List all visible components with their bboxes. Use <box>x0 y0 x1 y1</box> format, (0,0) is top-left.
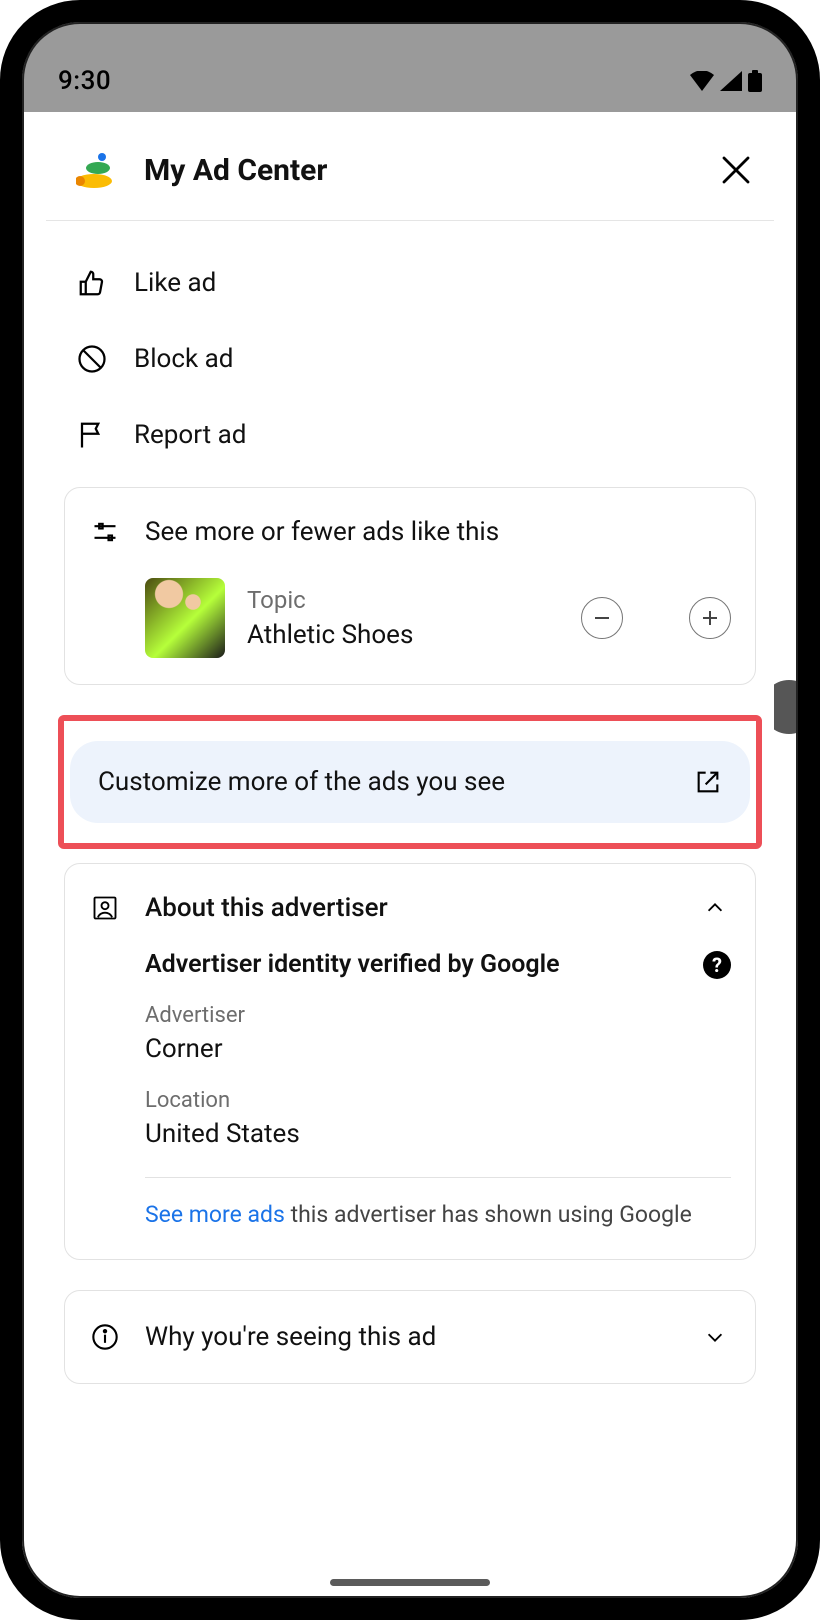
advertiser-value: Corner <box>145 1034 731 1064</box>
help-button[interactable]: ? <box>703 951 731 979</box>
sheet-title: My Ad Center <box>144 153 696 188</box>
status-icons <box>690 70 762 92</box>
close-button[interactable] <box>716 150 756 190</box>
more-button[interactable] <box>689 597 731 639</box>
open-external-icon <box>694 768 722 796</box>
status-bar: 9:30 <box>22 18 798 112</box>
like-ad-button[interactable]: Like ad <box>76 245 744 321</box>
thumbs-up-icon <box>76 267 108 299</box>
verified-text: Advertiser identity verified by Google <box>145 950 689 979</box>
see-more-ads-link[interactable]: See more ads <box>145 1201 285 1228</box>
flag-icon <box>76 419 108 451</box>
verified-row: Advertiser identity verified by Google ? <box>145 950 731 979</box>
like-ad-label: Like ad <box>134 268 216 298</box>
collapse-button[interactable] <box>699 892 731 924</box>
fewer-button[interactable] <box>581 597 623 639</box>
topic-name: Athletic Shoes <box>247 620 559 650</box>
location-label: Location <box>145 1088 731 1113</box>
topics-card: See more or fewer ads like this Topic At… <box>64 487 756 685</box>
advertiser-card: About this advertiser Advertiser identit… <box>64 863 756 1260</box>
topic-thumbnail <box>145 578 225 658</box>
customize-ads-button[interactable]: Customize more of the ads you see <box>70 741 750 823</box>
minus-icon <box>593 609 611 627</box>
why-card[interactable]: Why you're seeing this ad <box>64 1290 756 1384</box>
topics-card-title: See more or fewer ads like this <box>145 517 731 547</box>
sheet-content: My Ad Center Like ad Block ad Report ad <box>46 112 774 1600</box>
advertiser-card-title: About this advertiser <box>145 893 675 923</box>
advertiser-label: Advertiser <box>145 1003 731 1028</box>
info-icon <box>89 1321 121 1353</box>
block-icon <box>76 343 108 375</box>
wifi-icon <box>690 71 714 91</box>
topic-label: Topic <box>247 586 559 614</box>
report-ad-label: Report ad <box>134 420 246 450</box>
home-indicator <box>330 1579 490 1586</box>
divider <box>145 1177 731 1178</box>
block-ad-label: Block ad <box>134 344 233 374</box>
sheet-header: My Ad Center <box>46 112 774 221</box>
action-list: Like ad Block ad Report ad <box>46 221 774 473</box>
chevron-down-icon <box>704 1326 726 1348</box>
see-more-ads-rest: this advertiser has shown using Google <box>285 1201 692 1228</box>
topic-row: Topic Athletic Shoes <box>89 578 731 658</box>
ad-center-logo-icon <box>76 152 124 188</box>
chevron-up-icon <box>704 897 726 919</box>
see-more-ads-line: See more ads this advertiser has shown u… <box>145 1198 731 1233</box>
block-ad-button[interactable]: Block ad <box>76 321 744 397</box>
sliders-icon <box>89 516 121 548</box>
why-card-title: Why you're seeing this ad <box>145 1322 675 1352</box>
cell-icon <box>720 71 742 91</box>
person-card-icon <box>89 892 121 924</box>
close-icon <box>721 155 751 185</box>
status-time: 9:30 <box>58 66 111 96</box>
plus-icon <box>701 609 719 627</box>
customize-ads-label: Customize more of the ads you see <box>98 767 676 797</box>
expand-button[interactable] <box>699 1321 731 1353</box>
battery-icon <box>748 70 762 92</box>
highlight-annotation: Customize more of the ads you see <box>58 715 762 849</box>
report-ad-button[interactable]: Report ad <box>76 397 744 473</box>
location-value: United States <box>145 1119 731 1149</box>
